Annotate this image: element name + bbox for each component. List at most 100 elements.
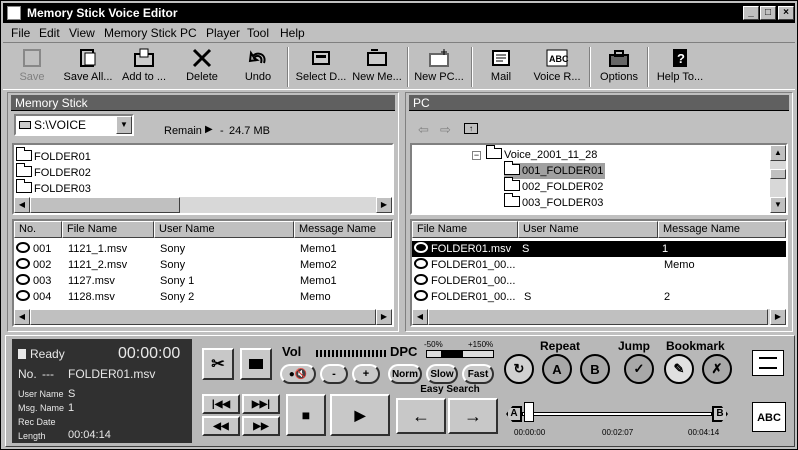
no-label: No. bbox=[18, 367, 37, 381]
mail-send-button[interactable] bbox=[752, 350, 784, 376]
tree-item[interactable]: Voice_2001_11_28 bbox=[486, 145, 597, 163]
menu-player[interactable]: Player bbox=[206, 26, 240, 40]
column-header-message-name[interactable]: Message Name bbox=[294, 221, 392, 238]
add-to-button[interactable]: Add to ... bbox=[119, 45, 169, 89]
repeat-a-button[interactable]: A bbox=[542, 354, 572, 384]
back-arrow-icon[interactable]: ⇦ bbox=[418, 122, 429, 138]
chevron-down-icon[interactable]: ▼ bbox=[116, 116, 132, 134]
tree-item[interactable]: 002_FOLDER02 bbox=[504, 177, 603, 195]
folder-item[interactable]: FOLDER01 bbox=[16, 147, 91, 165]
undo-button[interactable]: Undo bbox=[235, 45, 281, 89]
vertical-scrollbar[interactable]: ▲ ▼ bbox=[770, 145, 786, 213]
menu-help[interactable]: Help bbox=[280, 26, 305, 40]
volume-up-button[interactable]: + bbox=[352, 364, 380, 384]
voice-recognition-icon[interactable]: ABC bbox=[752, 402, 786, 432]
fast-button[interactable]: Fast bbox=[462, 364, 494, 384]
scroll-down-icon[interactable]: ▼ bbox=[770, 197, 786, 213]
playhead-slider[interactable] bbox=[524, 402, 534, 422]
voice-recognition-button[interactable]: ABC Voice R... bbox=[529, 45, 585, 89]
scroll-thumb[interactable] bbox=[30, 309, 376, 325]
tree-item-selected[interactable]: 001_FOLDER01 bbox=[504, 161, 606, 179]
save-button[interactable]: Save bbox=[9, 45, 55, 89]
maximize-button[interactable]: □ bbox=[760, 6, 776, 20]
menu-memory-stick[interactable]: Memory Stick bbox=[104, 26, 177, 40]
drive-select[interactable]: S:\VOICE ▼ bbox=[14, 114, 134, 136]
scroll-left-icon[interactable]: ◀ bbox=[412, 309, 428, 325]
menu-edit[interactable]: Edit bbox=[39, 26, 60, 40]
horizontal-scrollbar[interactable]: ◀ ▶ bbox=[412, 309, 786, 325]
scroll-thumb[interactable] bbox=[30, 197, 180, 213]
stop-button[interactable]: ■ bbox=[286, 394, 326, 436]
close-button[interactable]: × bbox=[778, 6, 794, 20]
menu-file[interactable]: File bbox=[11, 26, 30, 40]
table-row[interactable]: FOLDER01_00... S 2 bbox=[414, 289, 788, 305]
help-topics-button[interactable]: ? Help To... bbox=[653, 45, 707, 89]
cut-button[interactable]: ✂ bbox=[202, 348, 234, 380]
options-button[interactable]: Options bbox=[597, 45, 641, 89]
easy-search-back-button[interactable]: ← bbox=[396, 398, 446, 434]
length-value: 00:04:14 bbox=[68, 429, 111, 441]
next-track-button[interactable]: ▶▶| bbox=[242, 394, 280, 414]
slow-button[interactable]: Slow bbox=[426, 364, 458, 384]
column-header-message-name[interactable]: Message Name bbox=[658, 221, 786, 238]
scroll-thumb[interactable] bbox=[428, 309, 768, 325]
delete-button[interactable]: Delete bbox=[179, 45, 225, 89]
repeat-button[interactable]: ↻ bbox=[504, 354, 534, 384]
scroll-right-icon[interactable]: ▶ bbox=[770, 309, 786, 325]
scroll-thumb[interactable] bbox=[770, 169, 786, 179]
table-row[interactable]: 003 1127.msv Sony 1 Memo1 bbox=[16, 273, 392, 289]
scroll-left-icon[interactable]: ◀ bbox=[14, 197, 30, 213]
folder-item[interactable]: FOLDER03 bbox=[16, 179, 91, 197]
save-all-icon bbox=[76, 47, 100, 69]
column-header-user-name[interactable]: User Name bbox=[154, 221, 294, 238]
scroll-up-icon[interactable]: ▲ bbox=[770, 145, 786, 161]
table-row[interactable]: 004 1128.msv Sony 2 Memo bbox=[16, 289, 392, 305]
play-button[interactable]: ▶ bbox=[330, 394, 390, 436]
column-header-user-name[interactable]: User Name bbox=[518, 221, 658, 238]
fast-forward-button[interactable]: ▶▶ bbox=[242, 416, 280, 436]
table-row[interactable]: FOLDER01_00... bbox=[414, 273, 788, 289]
scroll-right-icon[interactable]: ▶ bbox=[376, 197, 392, 213]
minimize-button[interactable]: _ bbox=[743, 6, 759, 20]
horizontal-scrollbar[interactable]: ◀ ▶ bbox=[14, 309, 392, 325]
mute-button[interactable]: ●🔇 bbox=[280, 364, 316, 384]
edit-button[interactable] bbox=[240, 348, 272, 380]
folder-item[interactable]: FOLDER02 bbox=[16, 163, 91, 181]
save-all-button[interactable]: Save All... bbox=[59, 45, 117, 89]
new-pc-folder-button[interactable]: New PC... bbox=[413, 45, 465, 89]
repeat-label: Repeat bbox=[539, 339, 580, 353]
column-header-file-name[interactable]: File Name bbox=[62, 221, 154, 238]
delete-bookmark-button[interactable]: ✗ bbox=[702, 354, 732, 384]
mail-button[interactable]: Mail bbox=[483, 45, 519, 89]
add-bookmark-button[interactable]: ✎ bbox=[664, 354, 694, 384]
scroll-left-icon[interactable]: ◀ bbox=[14, 309, 30, 325]
rec-date-label: Rec Date bbox=[18, 417, 56, 427]
table-row[interactable]: 002 1121_2.msv Sony Memo2 bbox=[16, 257, 392, 273]
repeat-b-button[interactable]: B bbox=[580, 354, 610, 384]
collapse-icon[interactable]: − bbox=[472, 151, 481, 160]
remain-label: Remain bbox=[164, 125, 202, 137]
dpc-slider[interactable] bbox=[426, 350, 494, 358]
table-row[interactable]: FOLDER01_00... Memo bbox=[414, 257, 788, 273]
forward-arrow-icon[interactable]: ⇨ bbox=[440, 122, 451, 138]
column-header-no[interactable]: No. bbox=[14, 221, 62, 238]
volume-down-button[interactable]: - bbox=[320, 364, 348, 384]
table-row-selected[interactable]: FOLDER01.msv S 1 bbox=[412, 241, 786, 257]
jump-button[interactable]: ✓ bbox=[624, 354, 654, 384]
horizontal-scrollbar[interactable]: ◀ ▶ bbox=[14, 197, 392, 213]
scroll-right-icon[interactable]: ▶ bbox=[376, 309, 392, 325]
tree-item[interactable]: 003_FOLDER03 bbox=[504, 193, 603, 211]
up-folder-icon[interactable]: ↑ bbox=[464, 123, 478, 134]
easy-search-forward-button[interactable]: → bbox=[448, 398, 498, 434]
table-row[interactable]: 001 1121_1.msv Sony Memo1 bbox=[16, 241, 392, 257]
position-timeline[interactable]: A B 00:00:00 00:02:07 00:04:14 bbox=[506, 400, 732, 440]
menu-tool[interactable]: Tool bbox=[247, 26, 269, 40]
previous-track-button[interactable]: |◀◀ bbox=[202, 394, 240, 414]
select-device-button[interactable]: Select D... bbox=[293, 45, 349, 89]
norm-button[interactable]: Norm bbox=[388, 364, 422, 384]
menu-view[interactable]: View bbox=[69, 26, 95, 40]
menu-pc[interactable]: PC bbox=[180, 26, 197, 40]
column-header-file-name[interactable]: File Name bbox=[412, 221, 518, 238]
new-memory-stick-folder-button[interactable]: New Me... bbox=[349, 45, 405, 89]
rewind-button[interactable]: ◀◀ bbox=[202, 416, 240, 436]
